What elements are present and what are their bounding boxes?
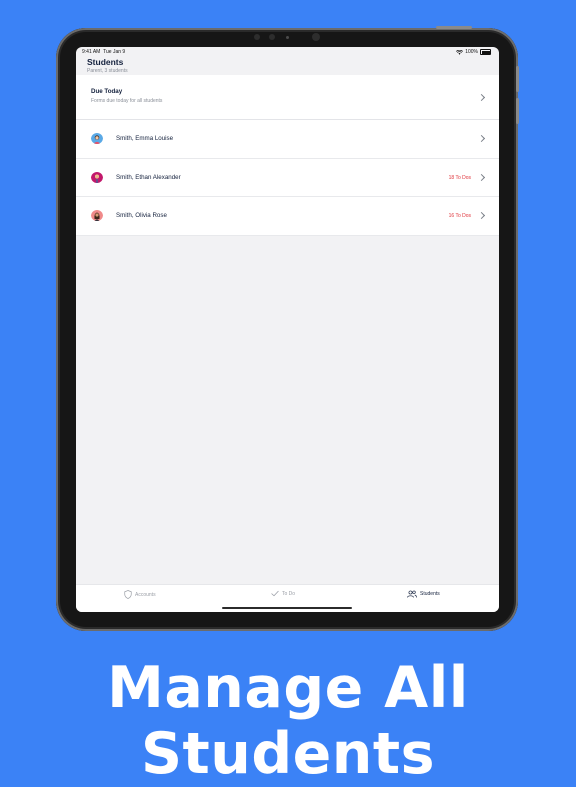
tab-label: To Do xyxy=(282,590,296,597)
app-screen: 9:41 AM Tue Jan 9 100% Students Parent, … xyxy=(76,47,499,612)
status-right: 100% xyxy=(456,49,491,55)
wifi-icon xyxy=(456,49,464,55)
tab-students[interactable]: Students xyxy=(407,590,440,598)
avatar xyxy=(91,171,103,183)
front-camera xyxy=(269,34,275,40)
marketing-headline: Manage All Students xyxy=(107,655,469,787)
student-name: Smith, Emma Louise xyxy=(116,135,174,142)
student-row[interactable]: Smith, Emma Louise xyxy=(76,120,499,159)
due-today-row[interactable]: Due Today Forms due today for all studen… xyxy=(76,75,499,120)
volume-down-button xyxy=(516,98,519,124)
status-date: Tue Jan 9 xyxy=(103,49,126,55)
chevron-right-icon xyxy=(477,93,486,102)
tab-bar: Accounts To Do Students xyxy=(76,584,499,612)
home-indicator[interactable] xyxy=(222,607,352,609)
front-camera xyxy=(254,34,260,40)
page-header: Students Parent, 3 students xyxy=(87,57,128,74)
due-today-title: Due Today xyxy=(91,88,123,95)
tab-accounts[interactable]: Accounts xyxy=(124,590,156,599)
avatar xyxy=(91,132,103,144)
shield-icon xyxy=(124,590,132,599)
volume-up-button xyxy=(516,66,519,92)
front-camera xyxy=(312,33,320,41)
student-row[interactable]: Smith, Ethan Alexander 18 To Dos xyxy=(76,159,499,197)
tab-label: Students xyxy=(420,591,440,597)
status-bar: 9:41 AM Tue Jan 9 100% xyxy=(76,47,499,56)
todo-badge: 16 To Dos xyxy=(448,213,471,219)
student-name: Smith, Olivia Rose xyxy=(116,212,167,219)
student-name: Smith, Ethan Alexander xyxy=(116,173,181,181)
battery-icon xyxy=(480,49,491,55)
avatar xyxy=(91,209,103,221)
student-row[interactable]: Smith, Olivia Rose 16 To Dos xyxy=(76,197,499,236)
todo-badge: 18 To Dos xyxy=(448,174,471,181)
due-today-subtitle: Forms due today for all students xyxy=(91,98,163,104)
page-title: Students xyxy=(87,57,124,67)
status-time: 9:41 AM xyxy=(82,49,101,55)
power-button xyxy=(436,26,472,29)
tab-todo[interactable]: To Do xyxy=(271,590,295,597)
chevron-right-icon xyxy=(477,211,486,220)
check-icon xyxy=(271,590,279,597)
battery-percent: 100% xyxy=(465,49,478,55)
users-icon xyxy=(407,590,417,598)
student-list: Smith, Emma Louise Smith, Ethan Alexande… xyxy=(76,120,499,236)
front-camera xyxy=(286,36,289,39)
chevron-right-icon xyxy=(477,173,486,181)
page-subtitle: Parent, 3 students xyxy=(87,68,128,74)
tab-label: Accounts xyxy=(135,591,156,598)
chevron-right-icon xyxy=(477,134,486,143)
